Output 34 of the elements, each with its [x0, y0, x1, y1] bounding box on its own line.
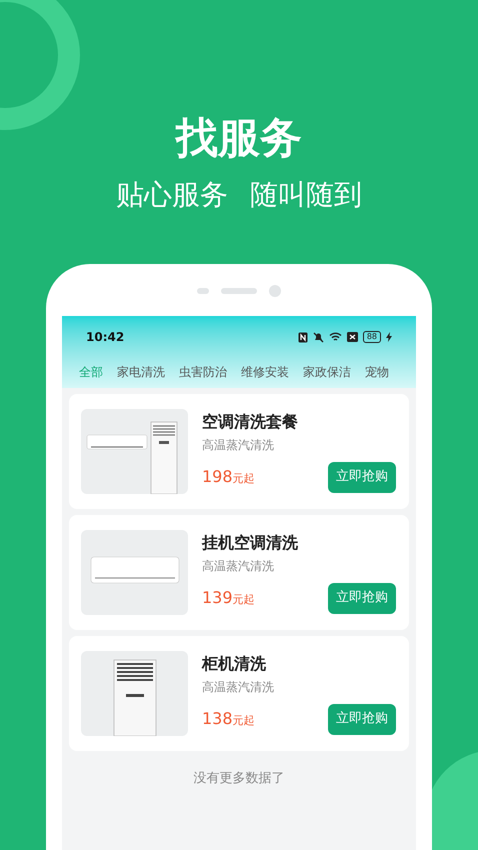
product-subtitle: 高温蒸汽清洗	[202, 436, 275, 454]
status-time: 10:42	[86, 329, 124, 346]
category-tab[interactable]: 家电清洗	[117, 363, 165, 381]
category-tab[interactable]: 虫害防治	[179, 363, 227, 381]
product-card[interactable]: 柜机清洗 高温蒸汽清洗 138元起 立即抢购	[69, 636, 409, 751]
product-subtitle: 高温蒸汽清洗	[202, 678, 275, 696]
category-tab[interactable]: 宠物	[365, 363, 389, 381]
price-text: 198元起	[202, 466, 255, 488]
sim-icon	[346, 332, 358, 342]
category-tab[interactable]: 家政保洁	[303, 363, 351, 381]
charging-icon	[386, 332, 392, 342]
sensor-icon	[197, 288, 209, 294]
buy-now-button[interactable]: 立即抢购	[328, 462, 396, 492]
wifi-icon	[328, 332, 342, 342]
product-title: 挂机空调清洗	[202, 532, 299, 554]
product-card[interactable]: 挂机空调清洗 高温蒸汽清洗 139元起 立即抢购	[69, 515, 409, 630]
buy-now-button[interactable]: 立即抢购	[328, 704, 396, 734]
camera-icon	[269, 285, 281, 297]
price-text: 138元起	[202, 708, 255, 730]
speaker-icon	[221, 288, 257, 294]
headline: 找服务	[176, 112, 302, 164]
muted-bell-icon	[312, 332, 324, 342]
product-subtitle: 高温蒸汽清洗	[202, 558, 275, 574]
buy-now-button[interactable]: 立即抢购	[328, 582, 396, 614]
no-more-data-text: 没有更多数据了	[192, 770, 286, 788]
tagline-text: 贴心服务	[116, 177, 228, 213]
product-title: 空调清洗套餐	[202, 410, 299, 432]
nfc-icon	[298, 332, 308, 342]
category-tab[interactable]: 维修安装	[241, 363, 289, 381]
battery-level: 88	[362, 331, 381, 343]
product-title: 柜机清洗	[202, 652, 267, 674]
tagline-text: 随叫随到	[250, 177, 362, 213]
product-card[interactable]: 空调清洗套餐 高温蒸汽清洗 198元起 立即抢购	[69, 394, 409, 509]
price-text: 139元起	[202, 587, 255, 609]
